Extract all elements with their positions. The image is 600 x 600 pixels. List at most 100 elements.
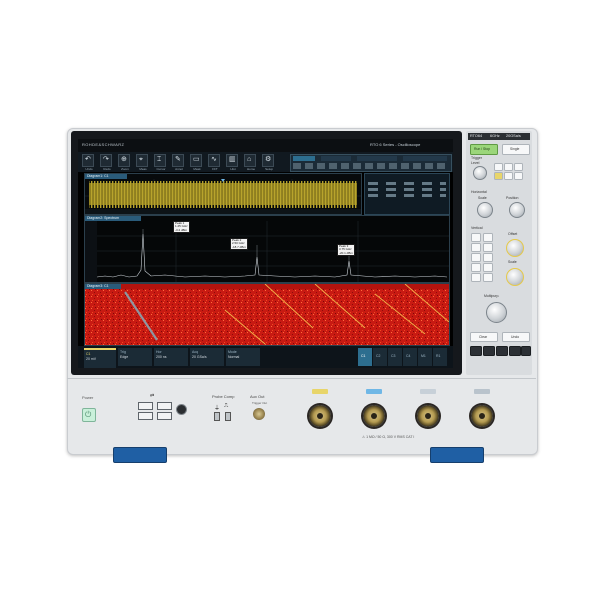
toolbar-button-mask[interactable]: ▭ Mask [190, 154, 202, 171]
trigger-level-knob[interactable] [473, 166, 487, 180]
peak-label-1[interactable]: Peak 1 1.25 GHz -3.2 dBm [173, 221, 190, 234]
gear-icon: ⚙ [265, 156, 272, 163]
touch-screen[interactable]: ROHDE&SCHWARZ RTO 6 Series - Oscilloscop… [78, 139, 453, 368]
toolbar-label: Redo [103, 167, 111, 171]
toolbar-button-cursor[interactable]: ⌶ Cursor [154, 154, 166, 171]
usb-port[interactable] [138, 412, 153, 420]
channel-tab[interactable]: C4 [403, 348, 417, 366]
usb-port[interactable] [138, 402, 153, 410]
diagram-spectrum[interactable]: Diagram2: Spectrum Peak 1 1.25 GHz -3.2 dB… [84, 215, 450, 283]
info-tab[interactable] [321, 156, 351, 161]
probe-comp-terminal[interactable] [214, 412, 220, 421]
undo-button[interactable]: Undo [502, 332, 530, 342]
info-tab[interactable] [357, 156, 397, 161]
channel-select-button[interactable] [471, 263, 481, 272]
function-button[interactable] [483, 346, 495, 356]
toolbar-button-hist[interactable]: ▥ Hist [226, 154, 238, 171]
status-label: C1 [86, 352, 91, 356]
trigger-button[interactable] [514, 172, 523, 180]
measurement-table[interactable] [364, 173, 450, 215]
channel-select-button[interactable] [483, 243, 493, 252]
toolbar-button-fft[interactable]: ∿ FFT [208, 154, 220, 171]
offset-label: Offset [508, 232, 518, 236]
trigger-button[interactable] [514, 163, 523, 171]
channel-select-button[interactable] [483, 253, 493, 262]
app-title: RTO 6 Series - Oscilloscope [370, 142, 421, 147]
channel-tab-strip: C1 C2 C3 C4 M1 R1 [358, 348, 448, 366]
acquisition-info-panel[interactable] [290, 154, 452, 172]
function-button[interactable] [509, 346, 521, 356]
channel-select-button[interactable] [471, 243, 481, 252]
function-button[interactable] [470, 346, 482, 356]
aux-out-connector[interactable] [253, 408, 265, 420]
spectrum-plot[interactable] [85, 221, 449, 282]
pen-icon: ✎ [175, 156, 181, 163]
peak-label-3[interactable]: Peak 3 3.75 GHz -20.1 dBm [337, 244, 355, 257]
info-tab[interactable] [403, 156, 447, 161]
toolbar-label: Home [246, 167, 255, 171]
channel-select-button[interactable] [483, 233, 493, 242]
channel-2-tag [366, 389, 382, 394]
info-tab[interactable] [293, 156, 315, 161]
channel-select-button[interactable] [471, 233, 481, 242]
trigger-button[interactable] [504, 163, 513, 171]
channel-tab[interactable]: M1 [418, 348, 432, 366]
status-label: Trig [120, 350, 126, 354]
peak-label-2[interactable]: Peak 2 2.50 GHz -18.7 dBm [230, 238, 248, 251]
persistence-plot[interactable] [85, 284, 449, 345]
probe-comp-terminal[interactable] [225, 412, 231, 421]
trigger-button[interactable] [494, 172, 503, 180]
measurement-row [368, 188, 446, 191]
usb-port[interactable] [157, 402, 172, 410]
horizontal-position-knob[interactable] [509, 202, 525, 218]
status-acquisition[interactable]: Acq 20 GSa/s [190, 348, 224, 366]
status-horizontal[interactable]: Hor 200 ns [154, 348, 188, 366]
trigger-button[interactable] [504, 172, 513, 180]
trigger-button[interactable] [494, 163, 503, 171]
toolbar-button-setup[interactable]: ⚙ Setup [262, 154, 274, 171]
status-mode[interactable]: Mode Normal [226, 348, 260, 366]
channel-select-button[interactable] [471, 253, 481, 262]
diagram-persistence[interactable]: Diagram3: C1 [84, 283, 450, 346]
usb-c-port[interactable] [176, 404, 187, 415]
toolbar-button-meas[interactable]: ⌖ Meas [136, 154, 148, 171]
aux-out-label: Aux Out [250, 394, 265, 399]
channel-select-button[interactable] [483, 263, 493, 272]
toolbar-button-home[interactable]: ⌂ Home [244, 154, 256, 171]
undo-icon: ↶ [85, 156, 91, 163]
clear-button[interactable]: Clear [470, 332, 498, 342]
single-button[interactable]: Single [502, 144, 530, 155]
run-stop-button[interactable]: Run / Stop [470, 144, 498, 155]
function-button[interactable] [496, 346, 508, 356]
multipurpose-knob[interactable] [486, 302, 507, 323]
function-button[interactable] [521, 346, 531, 356]
channel-select-button[interactable] [471, 273, 481, 282]
channel-4-input[interactable] [471, 405, 493, 427]
channel-tab[interactable]: R1 [433, 348, 447, 366]
power-button[interactable]: ⏻ [82, 408, 96, 422]
status-trigger[interactable]: Trig Edge [118, 348, 152, 366]
sample-rate-label: 20GSa/s [506, 134, 521, 138]
channel-2-input[interactable] [363, 405, 385, 427]
vertical-scale-knob[interactable] [506, 268, 524, 286]
usb-port[interactable] [157, 412, 172, 420]
channel-3-input[interactable] [417, 405, 439, 427]
channel-1-input[interactable] [309, 405, 331, 427]
toolbar-button-redo[interactable]: ↷ Redo [100, 154, 112, 171]
diagram-waveform[interactable]: Diagram1: C1 [84, 173, 362, 215]
toolbar-button-zoom[interactable]: ⊕ Zoom [118, 154, 130, 171]
toolbar-button-undo[interactable]: ↶ Undo [82, 154, 94, 171]
horizontal-scale-knob[interactable] [477, 202, 493, 218]
status-c1[interactable]: C1 20 mV [84, 348, 116, 368]
channel-3-tag [420, 389, 436, 394]
toolbar-button-annot[interactable]: ✎ Annot [172, 154, 184, 171]
channel-tab[interactable]: C3 [388, 348, 402, 366]
vertical-offset-knob[interactable] [506, 239, 524, 257]
status-label: Acq [192, 350, 199, 354]
channel-tab[interactable]: C1 [358, 348, 372, 366]
channel-tab[interactable]: C2 [373, 348, 387, 366]
channel-select-button[interactable] [483, 273, 493, 282]
toolbar-label: Mask [193, 167, 201, 171]
waveform-plot[interactable] [85, 179, 361, 214]
mask-icon: ▭ [193, 156, 200, 163]
